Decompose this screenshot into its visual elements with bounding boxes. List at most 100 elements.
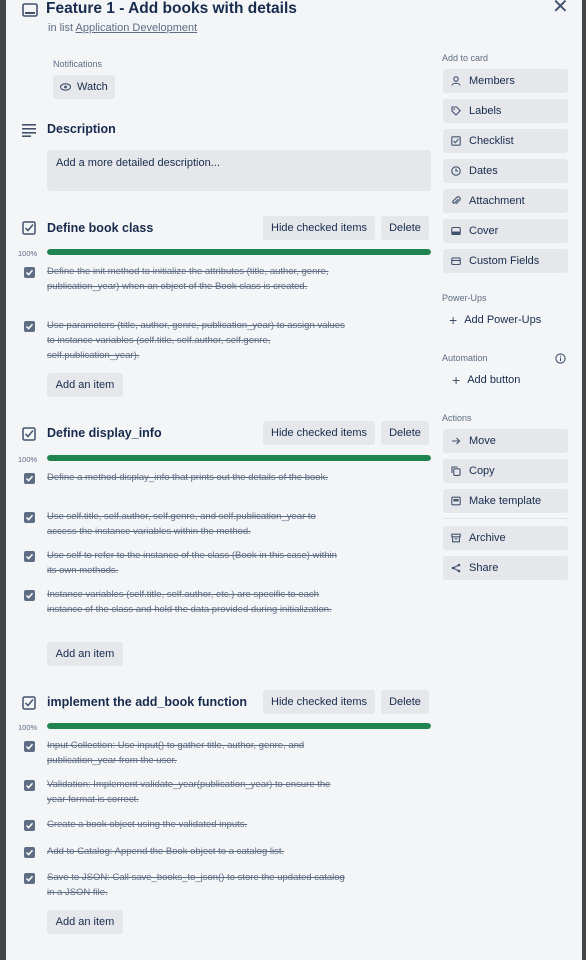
list-link[interactable]: Application Development (76, 22, 198, 34)
attachment-button[interactable]: Attachment (443, 189, 568, 213)
add-powerups-button[interactable]: + Add Power-Ups (449, 312, 542, 328)
progress-percent: 100% (18, 249, 38, 258)
progress-bar (47, 249, 431, 255)
item-checkbox[interactable] (24, 780, 35, 791)
clock-icon (451, 166, 461, 176)
hide-checked-button[interactable]: Hide checked items (263, 421, 375, 445)
template-icon (451, 496, 461, 506)
make-template-label: Make template (469, 495, 542, 507)
dates-label: Dates (469, 165, 498, 177)
members-label: Members (469, 75, 515, 87)
checklist-icon (22, 221, 36, 235)
checklist-label: Checklist (469, 135, 514, 147)
arrow-right-icon (452, 437, 461, 445)
checklist-item[interactable]: Save to JSON: Call save_books_to_json() … (47, 870, 347, 900)
checklist-title[interactable]: implement the add_book function (47, 695, 247, 709)
labels-button[interactable]: Labels (443, 99, 568, 123)
info-icon[interactable] (555, 353, 566, 364)
move-button[interactable]: Move (443, 429, 568, 453)
add-item-button[interactable]: Add an item (47, 373, 123, 397)
plus-icon: + (449, 312, 458, 328)
progress-bar (47, 723, 431, 729)
watch-button[interactable]: Watch (53, 75, 115, 99)
delete-checklist-button[interactable]: Delete (381, 690, 429, 714)
archive-button[interactable]: Archive (443, 526, 568, 550)
copy-icon (451, 466, 461, 476)
add-item-button[interactable]: Add an item (47, 642, 123, 666)
add-item-button[interactable]: Add an item (47, 910, 123, 934)
checklist-item[interactable]: Add to Catalog: Append the Book object t… (47, 844, 347, 859)
item-checkbox[interactable] (24, 551, 35, 562)
checkbox-icon (451, 136, 461, 146)
checklist-item[interactable]: Create a book object using the validated… (47, 817, 347, 832)
attachment-label: Attachment (469, 195, 525, 207)
checklist-icon (22, 427, 36, 441)
close-icon[interactable]: ✕ (552, 0, 569, 17)
checklist-item[interactable]: Use self to refer to the instance of the… (47, 548, 347, 578)
eye-icon (60, 83, 71, 91)
checklist-title[interactable]: Define display_info (47, 426, 162, 440)
cover-icon (451, 226, 461, 236)
checklist-item[interactable]: Use parameters (title, author, genre, pu… (47, 318, 347, 363)
description-input[interactable]: Add a more detailed description... (47, 150, 431, 191)
description-heading: Description (47, 122, 116, 136)
item-checkbox[interactable] (24, 820, 35, 831)
progress-bar-fill (47, 455, 431, 461)
progress-bar (47, 455, 431, 461)
automation-label: Automation (442, 353, 488, 363)
checklist-item[interactable]: Validation: Implement validate_year(publ… (47, 777, 347, 807)
checklist-title[interactable]: Define book class (47, 221, 153, 235)
delete-checklist-button[interactable]: Delete (381, 216, 429, 240)
paperclip-icon (452, 196, 461, 205)
checklist-item[interactable]: Define a method display_info that prints… (47, 470, 347, 485)
progress-bar-fill (47, 723, 431, 729)
archive-label: Archive (469, 532, 506, 544)
in-list-prefix: in list (48, 22, 74, 34)
checklist-item[interactable]: Input Collection: Use input() to gather … (47, 738, 347, 768)
add-powerups-label: Add Power-Ups (464, 314, 542, 326)
checklist-button[interactable]: Checklist (443, 129, 568, 153)
make-template-button[interactable]: Make template (443, 489, 568, 513)
card-title[interactable]: Feature 1 - Add books with details (46, 0, 297, 18)
checklist-item[interactable]: Instance variables (self.title, self.aut… (47, 587, 347, 617)
item-checkbox[interactable] (24, 512, 35, 523)
add-button-label: Add button (467, 374, 521, 386)
add-to-card-label: Add to card (442, 53, 489, 63)
plus-icon: + (452, 372, 461, 388)
progress-bar-fill (47, 249, 431, 255)
item-checkbox[interactable] (24, 321, 35, 332)
members-button[interactable]: Members (443, 69, 568, 93)
fields-icon (451, 257, 461, 266)
item-checkbox[interactable] (24, 590, 35, 601)
notifications-label: Notifications (53, 59, 103, 69)
item-checkbox[interactable] (24, 741, 35, 752)
item-checkbox[interactable] (24, 847, 35, 858)
custom-fields-button[interactable]: Custom Fields (443, 249, 568, 273)
delete-checklist-button[interactable]: Delete (381, 421, 429, 445)
cover-button[interactable]: Cover (443, 219, 568, 243)
copy-button[interactable]: Copy (443, 459, 568, 483)
custom-fields-label: Custom Fields (469, 255, 540, 267)
card-detail-modal: Feature 1 - Add books with details in li… (6, 0, 582, 960)
description-icon (22, 124, 36, 137)
checklist-item[interactable]: Use self.title, self.author, self.genre,… (47, 509, 347, 539)
powerups-label: Power-Ups (442, 293, 487, 303)
move-label: Move (469, 435, 496, 447)
checklist-item[interactable]: Define the init method to initialize the… (47, 264, 347, 294)
item-checkbox[interactable] (24, 473, 35, 484)
actions-divider (443, 518, 568, 519)
person-icon (451, 76, 461, 86)
copy-label: Copy (469, 465, 495, 477)
watch-label: Watch (77, 81, 108, 93)
cover-label: Cover (469, 225, 499, 237)
item-checkbox[interactable] (24, 267, 35, 278)
add-button-button[interactable]: + Add button (452, 372, 521, 388)
dates-button[interactable]: Dates (443, 159, 568, 183)
item-checkbox[interactable] (24, 873, 35, 884)
labels-label: Labels (469, 105, 502, 117)
hide-checked-button[interactable]: Hide checked items (263, 216, 375, 240)
progress-percent: 100% (18, 723, 38, 732)
progress-percent: 100% (18, 455, 38, 464)
share-button[interactable]: Share (443, 556, 568, 580)
hide-checked-button[interactable]: Hide checked items (263, 690, 375, 714)
